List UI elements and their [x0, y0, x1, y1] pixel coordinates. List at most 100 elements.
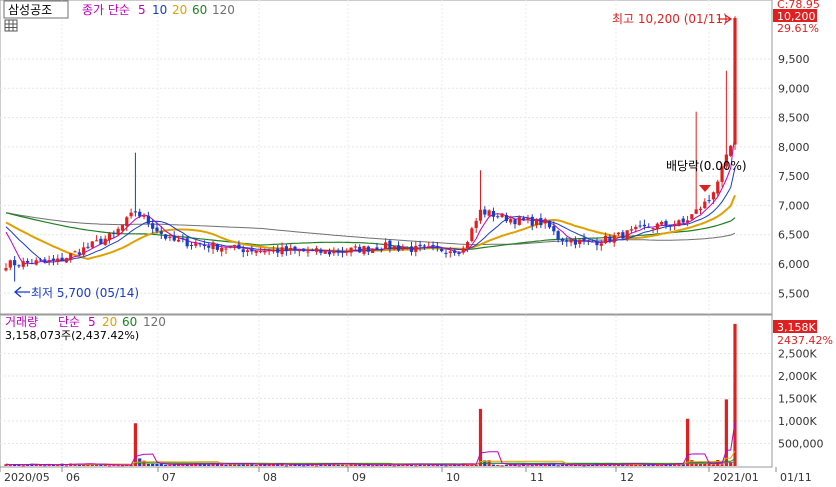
candle-body — [129, 212, 133, 217]
candle-body — [509, 219, 513, 223]
vma5-label: 5 — [88, 315, 96, 329]
candle-body — [314, 248, 319, 252]
candle-body — [241, 249, 245, 253]
volume-bar — [43, 465, 47, 467]
candle-body — [189, 244, 194, 246]
vma120-label: 120 — [143, 315, 166, 329]
volume-bar — [284, 465, 288, 467]
stock-chart[interactable]: 삼성공조 종가 단순 5 10 20 60 120 거래량 단순 5 20 60… — [0, 0, 836, 487]
candle-body — [578, 239, 582, 245]
volume-bar — [724, 399, 728, 466]
price-ma-label: 종가 단순 — [82, 3, 130, 17]
candle-body — [349, 247, 353, 253]
candle-body — [8, 260, 12, 268]
price-tick-0: 5,500 — [778, 287, 810, 300]
candle-body — [534, 218, 539, 226]
candle-body — [707, 200, 711, 202]
candle-body — [327, 251, 332, 255]
volume-bar — [414, 465, 418, 467]
candle-body — [547, 220, 552, 228]
volume-bar — [353, 464, 358, 466]
price-axis-ticks: 5,500 6,000 6,500 7,000 7,500 8,000 8,500 9,000… — [778, 53, 810, 300]
candle-body — [64, 258, 68, 263]
volume-label: 거래량 — [5, 315, 38, 329]
candle-body — [388, 240, 392, 250]
price-tick-3: 7,000 — [778, 199, 810, 212]
volume-bar — [38, 464, 43, 466]
candle-body — [483, 209, 487, 215]
candle-body — [729, 145, 733, 156]
candle-body — [336, 250, 340, 253]
candle-body — [543, 219, 547, 224]
volume-bar — [207, 464, 211, 466]
candle-body — [289, 247, 293, 251]
candle-body — [151, 223, 155, 229]
candle-body — [90, 241, 94, 248]
candle-body — [228, 246, 232, 248]
candle-body — [392, 246, 396, 250]
candle-body — [457, 252, 461, 254]
volume-bar — [107, 465, 112, 467]
high-annotation: 최고 10,200 (01/11) — [612, 12, 728, 26]
candle-body — [664, 221, 668, 226]
x-label-5: 10 — [446, 471, 460, 484]
volume-bar — [56, 465, 60, 467]
candle-body — [517, 217, 521, 225]
candle-body — [4, 268, 8, 271]
candle-body — [202, 245, 207, 247]
candle-body — [82, 247, 86, 255]
volume-bar — [491, 464, 496, 466]
candle-body — [647, 226, 651, 228]
volume-bar — [500, 465, 504, 467]
candle-body — [297, 250, 301, 252]
candle-body — [530, 216, 534, 226]
candle-body — [642, 224, 647, 227]
volume-bar — [478, 408, 483, 466]
price-tick-1: 6,000 — [778, 258, 810, 271]
candle-body — [345, 251, 349, 253]
volume-bar — [254, 464, 258, 466]
volume-bar — [444, 465, 448, 467]
candle-body — [733, 18, 737, 145]
candle-body — [474, 220, 478, 228]
candle-body — [155, 227, 159, 232]
candle-body — [172, 235, 176, 241]
candle-body — [362, 246, 366, 254]
candle-body — [371, 248, 375, 254]
volume-bar — [556, 465, 560, 467]
candle-body — [668, 224, 672, 227]
price-panel[interactable] — [0, 0, 773, 315]
candle-body — [608, 236, 612, 242]
candle-body — [237, 244, 241, 249]
candle-body — [504, 215, 508, 222]
price-tick-7: 9,000 — [778, 82, 810, 95]
candle-body — [556, 231, 560, 240]
volume-bar — [431, 465, 435, 467]
candle-body — [448, 251, 452, 253]
volume-bar — [168, 464, 172, 466]
candle-body — [396, 245, 401, 251]
candle-body — [638, 225, 642, 227]
low-annotation: 최저 5,700 (05/14) — [31, 286, 139, 300]
x-label-4: 09 — [352, 471, 366, 484]
candle-body — [25, 260, 30, 263]
candle-body — [34, 260, 38, 265]
candle-body — [444, 252, 448, 254]
candle-body — [526, 217, 530, 220]
candle-body — [125, 217, 129, 227]
candle-body — [159, 231, 163, 234]
price-tick-6: 8,500 — [778, 112, 810, 125]
candle-body — [194, 243, 198, 246]
candle-body — [435, 246, 439, 248]
candle-body — [86, 246, 90, 248]
volume-bar — [703, 463, 707, 466]
candle-body — [263, 251, 267, 253]
candle-body — [470, 228, 474, 242]
x-label-7: 12 — [620, 471, 634, 484]
grid-icon[interactable] — [4, 19, 18, 32]
candle-body — [340, 250, 345, 253]
candle-body — [616, 232, 621, 235]
volume-bar — [582, 465, 586, 467]
volume-bar — [711, 464, 716, 466]
candle-body — [185, 238, 189, 247]
